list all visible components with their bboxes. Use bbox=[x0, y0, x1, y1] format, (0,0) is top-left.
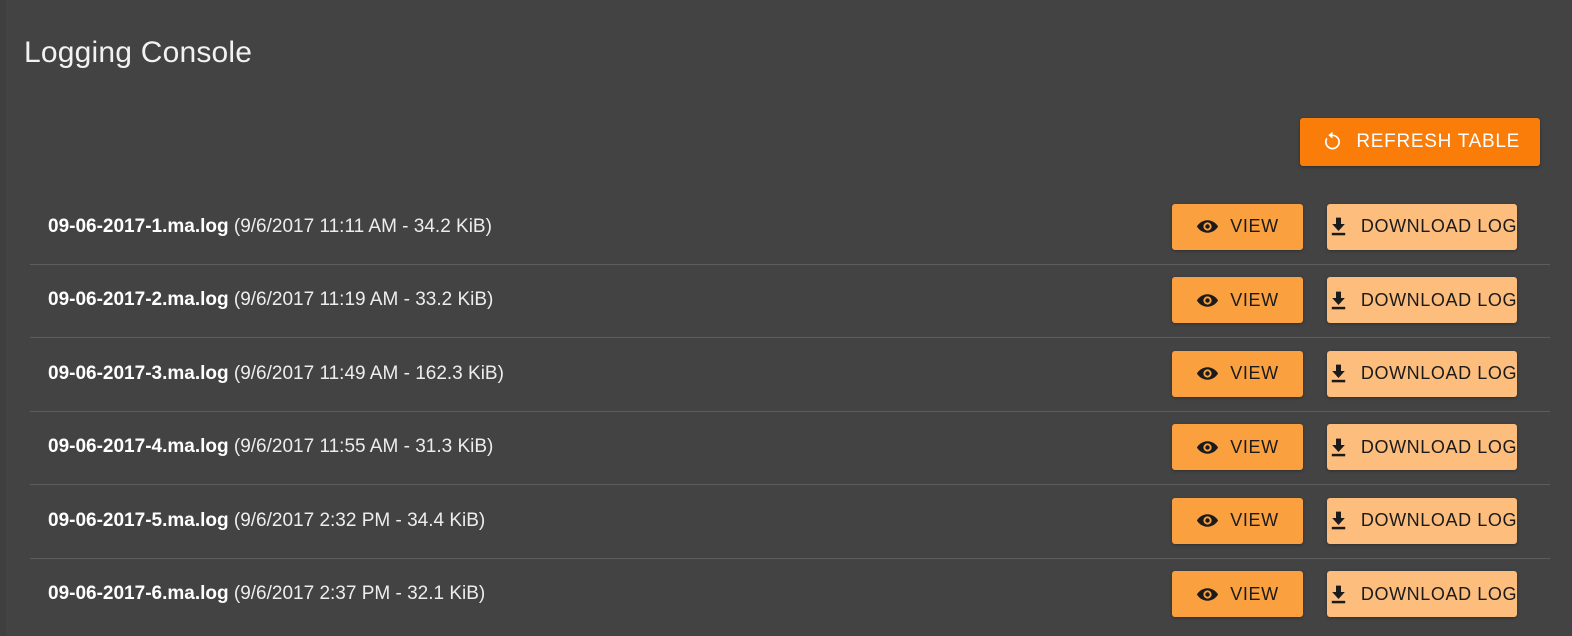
toolbar: REFRESH TABLE bbox=[1300, 118, 1540, 166]
download-icon bbox=[1327, 362, 1350, 385]
table-row: 09-06-2017-4.ma.log (9/6/2017 11:55 AM -… bbox=[6, 410, 1572, 485]
log-file-meta: (9/6/2017 11:11 AM - 34.2 KiB) bbox=[233, 215, 492, 237]
table-row: 09-06-2017-1.ma.log (9/6/2017 11:11 AM -… bbox=[6, 190, 1572, 264]
refresh-icon bbox=[1320, 130, 1344, 154]
download-icon bbox=[1327, 509, 1350, 532]
row-actions: VIEW DOWNLOAD LOG bbox=[1172, 571, 1518, 618]
log-file-meta: (9/6/2017 2:37 PM - 32.1 KiB) bbox=[233, 583, 486, 605]
download-log-label: DOWNLOAD LOG bbox=[1360, 583, 1518, 604]
view-button[interactable]: VIEW bbox=[1172, 277, 1303, 324]
refresh-table-button[interactable]: REFRESH TABLE bbox=[1300, 118, 1540, 166]
download-log-label: DOWNLOAD LOG bbox=[1360, 289, 1518, 310]
download-log-label: DOWNLOAD LOG bbox=[1360, 216, 1518, 237]
log-file-description: 09-06-2017-1.ma.log (9/6/2017 11:11 AM -… bbox=[48, 215, 1172, 239]
log-file-name: 09-06-2017-6.ma.log bbox=[48, 583, 229, 605]
view-button[interactable]: VIEW bbox=[1172, 571, 1303, 618]
log-file-description: 09-06-2017-6.ma.log (9/6/2017 2:37 PM - … bbox=[48, 582, 1172, 606]
row-actions: VIEW DOWNLOAD LOG bbox=[1172, 424, 1518, 471]
log-file-name: 09-06-2017-2.ma.log bbox=[48, 289, 229, 311]
refresh-table-label: REFRESH TABLE bbox=[1356, 131, 1520, 152]
log-file-description: 09-06-2017-2.ma.log (9/6/2017 11:19 AM -… bbox=[48, 288, 1172, 312]
log-file-meta: (9/6/2017 11:55 AM - 31.3 KiB) bbox=[233, 436, 494, 458]
eye-icon bbox=[1196, 509, 1219, 532]
view-label: VIEW bbox=[1230, 289, 1279, 310]
download-log-button[interactable]: DOWNLOAD LOG bbox=[1327, 424, 1518, 471]
row-actions: VIEW DOWNLOAD LOG bbox=[1172, 203, 1518, 250]
log-file-description: 09-06-2017-5.ma.log (9/6/2017 2:32 PM - … bbox=[48, 509, 1172, 533]
log-file-name: 09-06-2017-5.ma.log bbox=[48, 509, 229, 531]
log-file-meta: (9/6/2017 11:49 AM - 162.3 KiB) bbox=[233, 362, 504, 384]
view-button[interactable]: VIEW bbox=[1172, 203, 1303, 250]
view-button[interactable]: VIEW bbox=[1172, 424, 1303, 471]
log-file-name: 09-06-2017-1.ma.log bbox=[48, 215, 229, 237]
view-button[interactable]: VIEW bbox=[1172, 350, 1303, 397]
table-row: 09-06-2017-2.ma.log (9/6/2017 11:19 AM -… bbox=[6, 263, 1572, 338]
view-label: VIEW bbox=[1230, 216, 1279, 237]
log-file-description: 09-06-2017-4.ma.log (9/6/2017 11:55 AM -… bbox=[48, 435, 1172, 459]
view-label: VIEW bbox=[1230, 363, 1279, 384]
download-log-button[interactable]: DOWNLOAD LOG bbox=[1327, 497, 1518, 544]
download-log-label: DOWNLOAD LOG bbox=[1360, 436, 1518, 457]
download-icon bbox=[1327, 436, 1350, 459]
view-label: VIEW bbox=[1230, 436, 1279, 457]
eye-icon bbox=[1196, 436, 1219, 459]
eye-icon bbox=[1196, 362, 1219, 385]
download-icon bbox=[1327, 215, 1350, 238]
view-button[interactable]: VIEW bbox=[1172, 497, 1303, 544]
download-icon bbox=[1327, 583, 1350, 606]
table-row: 09-06-2017-6.ma.log (9/6/2017 2:37 PM - … bbox=[6, 557, 1572, 632]
row-actions: VIEW DOWNLOAD LOG bbox=[1172, 350, 1518, 397]
eye-icon bbox=[1196, 583, 1219, 606]
eye-icon bbox=[1196, 215, 1219, 238]
download-log-button[interactable]: DOWNLOAD LOG bbox=[1327, 203, 1518, 250]
row-actions: VIEW DOWNLOAD LOG bbox=[1172, 497, 1518, 544]
download-log-label: DOWNLOAD LOG bbox=[1360, 363, 1518, 384]
row-actions: VIEW DOWNLOAD LOG bbox=[1172, 277, 1518, 324]
page-title: Logging Console bbox=[24, 36, 253, 69]
download-log-button[interactable]: DOWNLOAD LOG bbox=[1327, 571, 1518, 618]
download-log-label: DOWNLOAD LOG bbox=[1360, 510, 1518, 531]
download-log-button[interactable]: DOWNLOAD LOG bbox=[1327, 277, 1518, 324]
eye-icon bbox=[1196, 289, 1219, 312]
log-file-description: 09-06-2017-3.ma.log (9/6/2017 11:49 AM -… bbox=[48, 362, 1172, 386]
log-file-name: 09-06-2017-4.ma.log bbox=[48, 436, 229, 458]
download-icon bbox=[1327, 289, 1350, 312]
log-file-name: 09-06-2017-3.ma.log bbox=[48, 362, 229, 384]
log-file-meta: (9/6/2017 2:32 PM - 34.4 KiB) bbox=[233, 509, 486, 531]
table-row: 09-06-2017-3.ma.log (9/6/2017 11:49 AM -… bbox=[6, 337, 1572, 411]
view-label: VIEW bbox=[1230, 583, 1279, 604]
log-file-meta: (9/6/2017 11:19 AM - 33.2 KiB) bbox=[233, 289, 494, 311]
view-label: VIEW bbox=[1230, 510, 1279, 531]
log-file-list: 09-06-2017-1.ma.log (9/6/2017 11:11 AM -… bbox=[6, 190, 1572, 636]
logging-console-panel: Logging Console REFRESH TABLE 09-06-2017… bbox=[0, 0, 1572, 636]
table-row: 09-06-2017-5.ma.log (9/6/2017 2:32 PM - … bbox=[6, 484, 1572, 558]
download-log-button[interactable]: DOWNLOAD LOG bbox=[1327, 350, 1518, 397]
